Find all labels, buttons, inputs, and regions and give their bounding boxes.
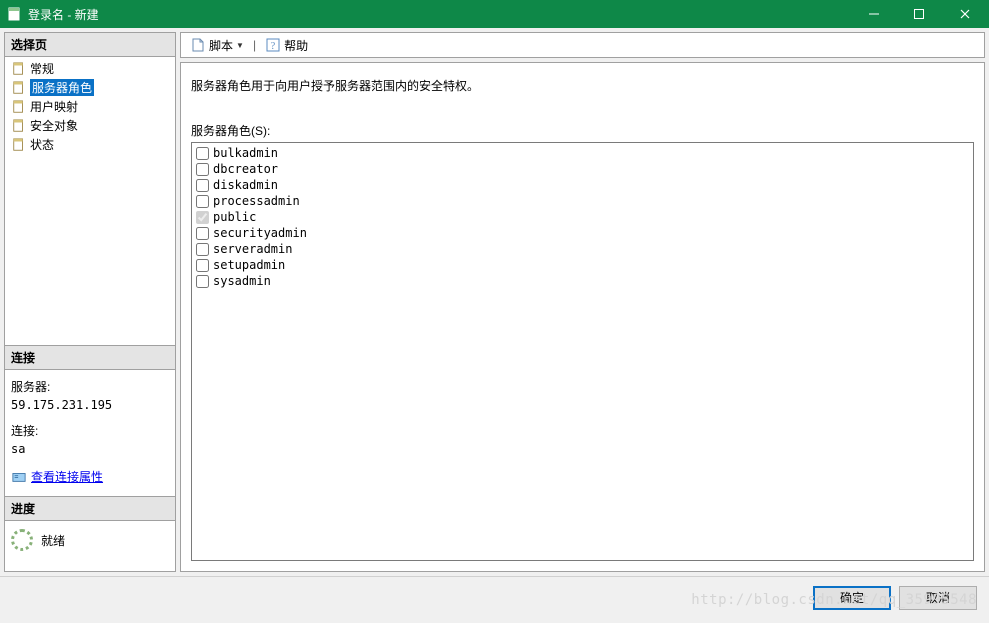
role-checkbox[interactable] [196, 163, 209, 176]
role-item[interactable]: sysadmin [196, 273, 969, 289]
role-item[interactable]: serveradmin [196, 241, 969, 257]
server-roles-list[interactable]: bulkadmindbcreatordiskadminprocessadminp… [191, 142, 974, 561]
server-value: 59.175.231.195 [11, 396, 169, 414]
properties-icon [11, 469, 27, 485]
role-item[interactable]: processadmin [196, 193, 969, 209]
select-page-header: 选择页 [5, 33, 175, 57]
progress-spinner-icon [11, 529, 33, 551]
role-checkbox[interactable] [196, 211, 209, 224]
role-item[interactable]: securityadmin [196, 225, 969, 241]
window-titlebar: 登录名 - 新建 [0, 0, 989, 28]
progress-status: 就绪 [41, 532, 65, 549]
role-name: diskadmin [213, 177, 278, 193]
toolbar: 脚本 ▼ | ? 帮助 [180, 32, 985, 58]
nav-label: 服务器角色 [30, 79, 94, 96]
script-button[interactable]: 脚本 ▼ [187, 35, 247, 56]
nav-item-status[interactable]: 状态 [9, 135, 171, 154]
role-item[interactable]: setupadmin [196, 257, 969, 273]
page-icon [11, 118, 27, 134]
role-item[interactable]: diskadmin [196, 177, 969, 193]
dialog-footer: http://blog.csdn.net/qq_35995548 确定 取消 [0, 576, 989, 618]
role-checkbox[interactable] [196, 259, 209, 272]
dialog-body: 选择页 常规 服务器角色 用户映射 安全对象 状态 [0, 28, 989, 576]
nav-item-general[interactable]: 常规 [9, 59, 171, 78]
progress-header: 进度 [5, 497, 175, 521]
nav-item-user-mapping[interactable]: 用户映射 [9, 97, 171, 116]
role-name: dbcreator [213, 161, 278, 177]
script-label: 脚本 [209, 37, 233, 54]
connection-section: 连接 服务器: 59.175.231.195 连接: sa 查看连接属性 [5, 345, 175, 496]
role-item[interactable]: dbcreator [196, 161, 969, 177]
page-icon [11, 99, 27, 115]
connection-label: 连接: [11, 422, 169, 440]
nav-label: 安全对象 [30, 117, 78, 134]
help-label: 帮助 [284, 37, 308, 54]
page-icon [11, 137, 27, 153]
role-name: securityadmin [213, 225, 307, 241]
connection-header: 连接 [5, 346, 175, 370]
role-checkbox[interactable] [196, 179, 209, 192]
role-name: processadmin [213, 193, 300, 209]
ok-button[interactable]: 确定 [813, 586, 891, 610]
roles-list-label: 服务器角色(S): [191, 122, 974, 139]
role-name: sysadmin [213, 273, 271, 289]
role-name: public [213, 209, 256, 225]
role-checkbox[interactable] [196, 195, 209, 208]
main-content: 服务器角色用于向用户授予服务器范围内的安全特权。 服务器角色(S): bulka… [180, 62, 985, 572]
window-title: 登录名 - 新建 [28, 6, 851, 23]
progress-section: 进度 就绪 [5, 496, 175, 571]
nav-label: 常规 [30, 60, 54, 77]
window-controls [851, 0, 989, 28]
role-name: serveradmin [213, 241, 292, 257]
left-panel: 选择页 常规 服务器角色 用户映射 安全对象 状态 [4, 32, 176, 572]
page-icon [11, 80, 27, 96]
role-checkbox[interactable] [196, 243, 209, 256]
role-item[interactable]: bulkadmin [196, 145, 969, 161]
nav-label: 状态 [30, 136, 54, 153]
role-checkbox[interactable] [196, 275, 209, 288]
chevron-down-icon: ▼ [236, 41, 244, 50]
toolbar-separator: | [251, 38, 258, 52]
svg-text:?: ? [271, 41, 276, 52]
role-checkbox[interactable] [196, 227, 209, 240]
cancel-button[interactable]: 取消 [899, 586, 977, 610]
role-name: setupadmin [213, 257, 285, 273]
maximize-button[interactable] [896, 0, 941, 28]
view-connection-properties-link[interactable]: 查看连接属性 [31, 468, 103, 486]
role-checkbox[interactable] [196, 147, 209, 160]
description-text: 服务器角色用于向用户授予服务器范围内的安全特权。 [191, 77, 974, 94]
script-icon [190, 37, 206, 53]
help-icon: ? [265, 37, 281, 53]
minimize-button[interactable] [851, 0, 896, 28]
close-button[interactable] [941, 0, 989, 28]
nav-label: 用户映射 [30, 98, 78, 115]
right-panel: 脚本 ▼ | ? 帮助 服务器角色用于向用户授予服务器范围内的安全特权。 服务器… [180, 32, 985, 572]
app-icon [6, 6, 22, 22]
nav-item-securables[interactable]: 安全对象 [9, 116, 171, 135]
role-name: bulkadmin [213, 145, 278, 161]
help-button[interactable]: ? 帮助 [262, 35, 311, 56]
server-label: 服务器: [11, 378, 169, 396]
nav-item-server-roles[interactable]: 服务器角色 [9, 78, 171, 97]
page-nav-list: 常规 服务器角色 用户映射 安全对象 状态 [5, 57, 175, 156]
connection-value: sa [11, 440, 169, 458]
role-item[interactable]: public [196, 209, 969, 225]
page-icon [11, 61, 27, 77]
